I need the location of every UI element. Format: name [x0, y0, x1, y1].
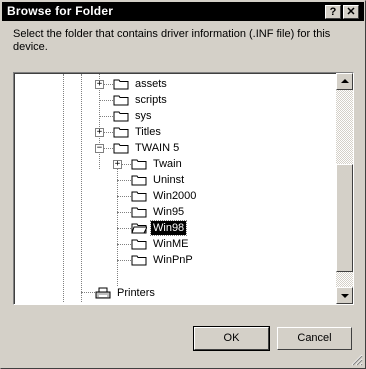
close-button[interactable]: ✕	[343, 5, 359, 19]
browse-for-folder-dialog: Browse for Folder ? ✕ Select the folder …	[0, 0, 366, 369]
folder-icon	[131, 207, 147, 218]
folder-icon	[131, 255, 147, 266]
arrow-down-icon	[341, 294, 349, 298]
folder-tree[interactable]: + + − + assets scripts sys Titles TWAIN …	[13, 72, 354, 305]
tree-line	[99, 100, 113, 101]
folder-icon	[113, 95, 129, 106]
close-icon: ✕	[346, 6, 356, 18]
tree-item-label: WinME	[153, 238, 189, 250]
folder-tree-view[interactable]: + + − + assets scripts sys Titles TWAIN …	[14, 73, 336, 304]
tree-line	[117, 260, 131, 261]
arrow-up-icon	[341, 79, 349, 83]
folder-icon	[113, 111, 129, 122]
folder-icon	[131, 191, 147, 202]
tree-item-label: sys	[135, 110, 152, 122]
expand-toggle[interactable]: +	[113, 160, 122, 169]
printer-icon	[95, 287, 111, 299]
tree-item-label: Win98	[149, 220, 188, 236]
title-bar[interactable]: Browse for Folder ? ✕	[2, 2, 364, 21]
expand-toggle[interactable]: +	[95, 80, 104, 89]
open-folder-icon	[131, 223, 147, 234]
vertical-scrollbar[interactable]	[336, 73, 353, 304]
scroll-up-button[interactable]	[336, 73, 353, 90]
help-button[interactable]: ?	[325, 5, 341, 19]
tree-item-label: assets	[135, 78, 167, 90]
tree-line	[99, 116, 113, 117]
tree-line	[117, 228, 131, 229]
folder-icon	[113, 127, 129, 138]
tree-item-label: scripts	[135, 94, 167, 106]
cancel-button[interactable]: Cancel	[277, 327, 352, 350]
tree-item-label: Win2000	[153, 190, 197, 202]
folder-icon	[131, 175, 147, 186]
resize-grip-icon[interactable]	[351, 354, 363, 366]
instruction-text: Select the folder that contains driver i…	[13, 28, 331, 53]
folder-icon	[131, 239, 147, 250]
scroll-down-button[interactable]	[336, 287, 353, 304]
tree-line	[117, 244, 131, 245]
folder-icon	[131, 159, 147, 170]
tree-line	[117, 212, 131, 213]
open-folder-icon	[113, 143, 129, 154]
window-title: Browse for Folder	[7, 4, 114, 18]
tree-item-label: Uninst	[153, 174, 185, 186]
tree-line	[117, 196, 131, 197]
tree-item-label: Win95	[153, 206, 185, 218]
collapse-toggle[interactable]: −	[95, 144, 104, 153]
help-icon: ?	[329, 6, 337, 18]
expand-toggle[interactable]: +	[95, 128, 104, 137]
tree-item-label: Printers	[117, 287, 155, 299]
tree-line	[63, 74, 64, 302]
folder-icon	[113, 79, 129, 90]
tree-line	[81, 292, 95, 293]
tree-item-label: WinPnP	[153, 254, 193, 266]
tree-line	[81, 74, 82, 302]
ok-button[interactable]: OK	[193, 326, 270, 351]
tree-item-label: Titles	[135, 126, 161, 138]
tree-item-label: TWAIN 5	[135, 142, 180, 154]
scroll-thumb[interactable]	[336, 164, 353, 272]
tree-line	[117, 180, 131, 181]
tree-item-label: Twain	[153, 158, 182, 170]
